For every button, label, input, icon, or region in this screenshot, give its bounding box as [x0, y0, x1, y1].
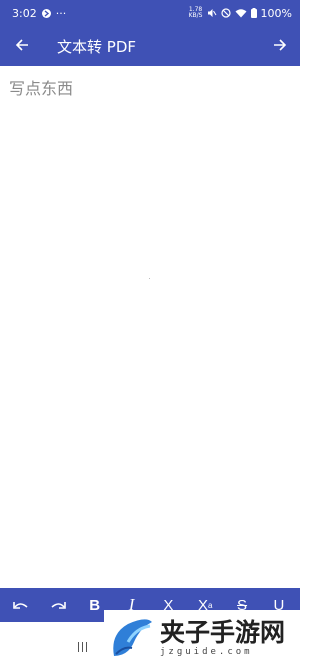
status-left: 3:02 ··· [12, 7, 66, 20]
screen: 3:02 ··· 1.78 KB/S 100% 文本转 PDF 写点东西 B I… [0, 0, 300, 666]
arrow-right-icon [273, 37, 287, 56]
next-button[interactable] [260, 26, 300, 66]
do-not-disturb-icon [220, 8, 231, 18]
center-dot [149, 278, 150, 279]
wifi-icon [235, 8, 247, 18]
page-title: 文本转 PDF [57, 37, 136, 56]
watermark-main: 夹子手游网 [160, 618, 286, 647]
data-speed: 1.78 KB/S [188, 6, 203, 19]
watermark-sub: jzguide.com [160, 647, 253, 657]
app-bar: 文本转 PDF [0, 26, 300, 66]
mute-icon [207, 8, 217, 18]
watermark: 夹子手游网 jzguide.com [104, 610, 300, 666]
back-button[interactable] [2, 26, 42, 66]
app-notification-icon [41, 8, 51, 18]
watermark-text: 夹子手游网 jzguide.com [160, 618, 286, 658]
text-editor[interactable]: 写点东西 [0, 66, 300, 588]
undo-icon [12, 598, 30, 612]
recent-apps-button[interactable] [78, 642, 87, 652]
battery-level: 100% [260, 6, 292, 20]
redo-button[interactable] [43, 590, 73, 620]
editor-placeholder: 写点东西 [9, 79, 74, 98]
battery-icon [250, 8, 257, 18]
watermark-logo [113, 619, 152, 656]
status-bar: 3:02 ··· 1.78 KB/S 100% [0, 0, 300, 26]
status-right: 1.78 KB/S 100% [189, 7, 292, 20]
undo-button[interactable] [6, 590, 36, 620]
superscript-mark: a [208, 600, 213, 610]
redo-icon [49, 598, 67, 612]
status-time: 3:02 [12, 6, 37, 20]
more-notifications-indicator: ··· [55, 6, 67, 20]
arrow-left-icon [15, 37, 29, 56]
